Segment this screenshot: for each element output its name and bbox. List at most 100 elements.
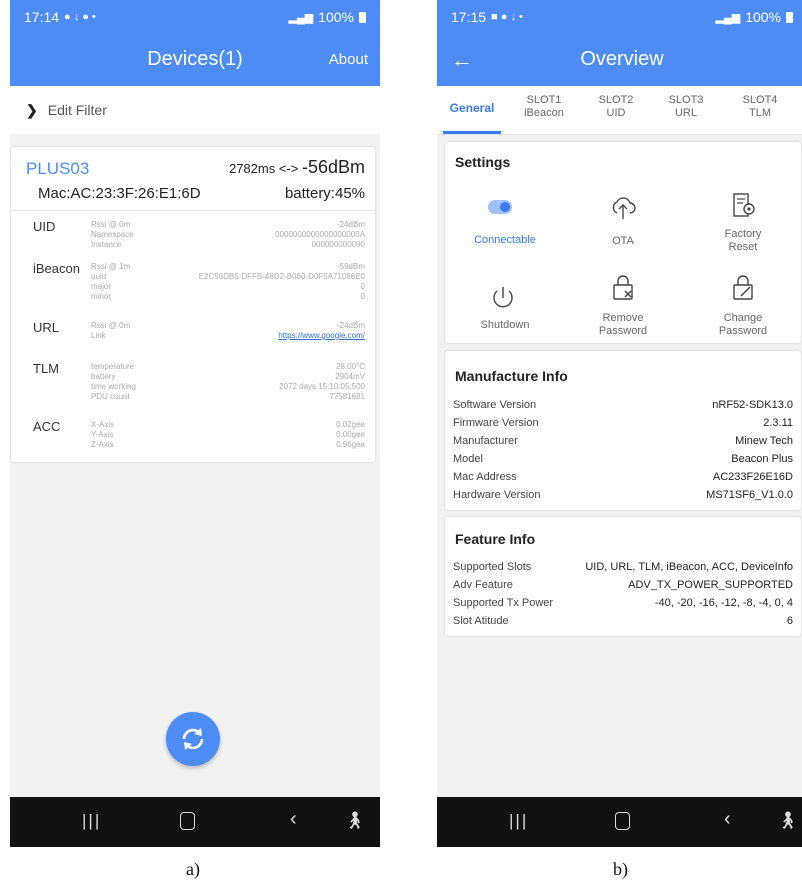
frame-row-key: X-Axis bbox=[91, 420, 115, 429]
change-password-icon[interactable] bbox=[728, 272, 758, 302]
option-label-line: Factory bbox=[724, 228, 762, 240]
frame-row-key: Link bbox=[91, 331, 106, 340]
frame-row-key: Rssi @ 0m bbox=[91, 321, 131, 330]
battery-icon bbox=[359, 11, 366, 23]
signal-icon: ▂▄▆ bbox=[715, 11, 741, 24]
overview-screen: 17:15 ■ ● ↓ • ▂▄▆ 100% ← Overview Genera… bbox=[437, 0, 802, 847]
tab-slot1[interactable]: SLOT1 iBeacon bbox=[509, 94, 579, 120]
accessibility-icon[interactable]: 🚶︎ bbox=[344, 811, 366, 831]
frame-row-key: Z-Axis bbox=[91, 440, 114, 449]
about-button[interactable]: About bbox=[329, 51, 368, 68]
info-key: Software Version bbox=[453, 399, 537, 411]
tab-subtitle: TLM bbox=[749, 107, 771, 119]
info-row: Firmware Version 2.3.11 bbox=[453, 417, 793, 433]
option-label-line: Password bbox=[718, 325, 768, 337]
settings-title: Settings bbox=[455, 154, 511, 170]
devices-screen: 17:14 ● ↓ ● • ▂▄▆ 100% Devices(1) About … bbox=[10, 0, 380, 847]
frame-row: Z-Axis 0.96gee bbox=[91, 440, 365, 451]
edit-filter-row[interactable]: ❯ Edit Filter bbox=[10, 86, 380, 134]
frame-row-key: Namespace bbox=[91, 230, 134, 239]
home-icon[interactable] bbox=[615, 812, 630, 830]
system-nav-bar: ||| ‹ 🚶︎ bbox=[10, 797, 380, 847]
frame-type: iBeacon bbox=[33, 261, 80, 276]
option-label-line: OTA bbox=[612, 235, 634, 247]
info-key: Adv Feature bbox=[453, 579, 513, 591]
refresh-button[interactable] bbox=[166, 712, 220, 766]
frame-link[interactable]: https://www.google.com/ bbox=[278, 331, 365, 340]
remove-password-label[interactable]: Remove Password bbox=[568, 312, 678, 338]
device-name: PLUS03 bbox=[26, 159, 90, 178]
frame-row-key: minor bbox=[91, 292, 112, 301]
device-mac: Mac:AC:23:3F:26:E1:6D bbox=[38, 185, 201, 202]
settings-card: Settings Connectable OTA Factory Reset S… bbox=[445, 142, 801, 343]
battery-icon bbox=[786, 11, 793, 23]
toggle-icon[interactable] bbox=[485, 192, 515, 222]
frame-row-key: time working bbox=[91, 382, 136, 391]
back-nav-icon[interactable]: ‹ bbox=[724, 808, 731, 831]
status-bar: 17:15 ■ ● ↓ • ▂▄▆ 100% bbox=[437, 0, 802, 34]
recents-icon[interactable]: ||| bbox=[82, 811, 101, 831]
power-icon[interactable] bbox=[488, 282, 518, 312]
info-key: Supported Tx Power bbox=[453, 597, 554, 609]
manufacture-info-card: Manufacture Info Software Version nRF52-S… bbox=[445, 351, 801, 510]
adv-interval: 2782ms <-> bbox=[228, 161, 302, 176]
edit-filter-label: Edit Filter bbox=[47, 102, 107, 118]
frame-row-value: -24dBm bbox=[336, 321, 365, 330]
tab-subtitle: UID bbox=[606, 107, 626, 119]
tab-slot4[interactable]: SLOT4 TLM bbox=[725, 94, 795, 120]
frame-row-value: 2904mV bbox=[335, 372, 365, 381]
factory-reset-icon[interactable] bbox=[728, 190, 758, 220]
accessibility-icon[interactable]: 🚶︎ bbox=[777, 811, 799, 831]
tab-general[interactable]: General bbox=[437, 102, 507, 115]
signal-icon: ▂▄▆ bbox=[288, 11, 314, 24]
tab-slot3[interactable]: SLOT3 URL bbox=[651, 94, 721, 120]
app-bar: ← Overview bbox=[437, 34, 802, 86]
remove-password-icon[interactable] bbox=[608, 272, 638, 302]
frame-row-value: E2C56DB5-DFFB-48D2-B060-D0F5A71096E0 bbox=[198, 272, 365, 281]
chevron-right-icon: ❯ bbox=[26, 101, 38, 118]
home-icon[interactable] bbox=[180, 812, 195, 830]
system-nav-bar: ||| ‹ 🚶︎ bbox=[437, 797, 802, 847]
change-password-label[interactable]: Change Password bbox=[688, 312, 798, 338]
back-nav-icon[interactable]: ‹ bbox=[290, 808, 297, 831]
info-row: Supported Tx Power -40, -20, -16, -12, -8… bbox=[453, 597, 793, 613]
frame-row-value: -59dBm bbox=[336, 262, 365, 271]
status-bar: 17:14 ● ↓ ● • ▂▄▆ 100% bbox=[10, 0, 380, 34]
info-value: Beacon Plus bbox=[731, 453, 793, 465]
frame-type: URL bbox=[33, 320, 60, 335]
ota-label[interactable]: OTA bbox=[568, 235, 678, 248]
info-key: Firmware Version bbox=[453, 417, 539, 429]
info-row: Mac Address AC233F26E16D bbox=[453, 471, 793, 487]
status-time: 17:14 bbox=[24, 9, 60, 25]
frame-row: PDU count 77581681 bbox=[91, 392, 365, 403]
connectable-label[interactable]: Connectable bbox=[450, 234, 560, 247]
info-row: Model Beacon Plus bbox=[453, 453, 793, 469]
info-row: Adv Feature ADV_TX_POWER_SUPPORTED bbox=[453, 579, 793, 595]
frame-row-key: uuid bbox=[91, 272, 107, 281]
info-value: MS71SF6_V1.0.0 bbox=[706, 489, 793, 501]
frame-row-value: -24dBm bbox=[336, 220, 365, 229]
frame-row: minor 0 bbox=[91, 292, 365, 303]
frame-type: TLM bbox=[33, 361, 59, 376]
shutdown-label[interactable]: Shutdown bbox=[450, 319, 560, 332]
device-rssi: 2782ms <-> -56dBm bbox=[229, 157, 365, 178]
rssi-value: -56dBm bbox=[301, 157, 365, 177]
info-key: Slot Atitude bbox=[453, 615, 509, 627]
frame-type: UID bbox=[33, 219, 56, 234]
tab-subtitle: URL bbox=[674, 107, 697, 119]
frame-row-value: 2072 days 15:10:05:500 bbox=[279, 382, 365, 391]
caption-b: b) bbox=[613, 859, 628, 879]
battery-level: 100% bbox=[745, 9, 781, 25]
cloud-upload-icon[interactable] bbox=[608, 192, 638, 222]
tab-slot2[interactable]: SLOT2 UID bbox=[581, 94, 651, 120]
factory-reset-label[interactable]: Factory Reset bbox=[688, 228, 798, 254]
recents-icon[interactable]: ||| bbox=[509, 811, 528, 831]
info-value: -40, -20, -16, -12, -8, -4, 0, 4 bbox=[654, 597, 793, 609]
info-value: ADV_TX_POWER_SUPPORTED bbox=[628, 579, 793, 591]
frame-row-key: Rssi @ 1m bbox=[91, 262, 131, 271]
device-card[interactable]: PLUS03 2782ms <-> -56dBm Mac:AC:23:3F:26… bbox=[11, 147, 375, 462]
divider bbox=[11, 210, 375, 211]
info-row: Manufacturer Minew Tech bbox=[453, 435, 793, 451]
frame-row: Instance 000000000090 bbox=[91, 240, 365, 251]
frame-row-key: Instance bbox=[91, 240, 122, 249]
